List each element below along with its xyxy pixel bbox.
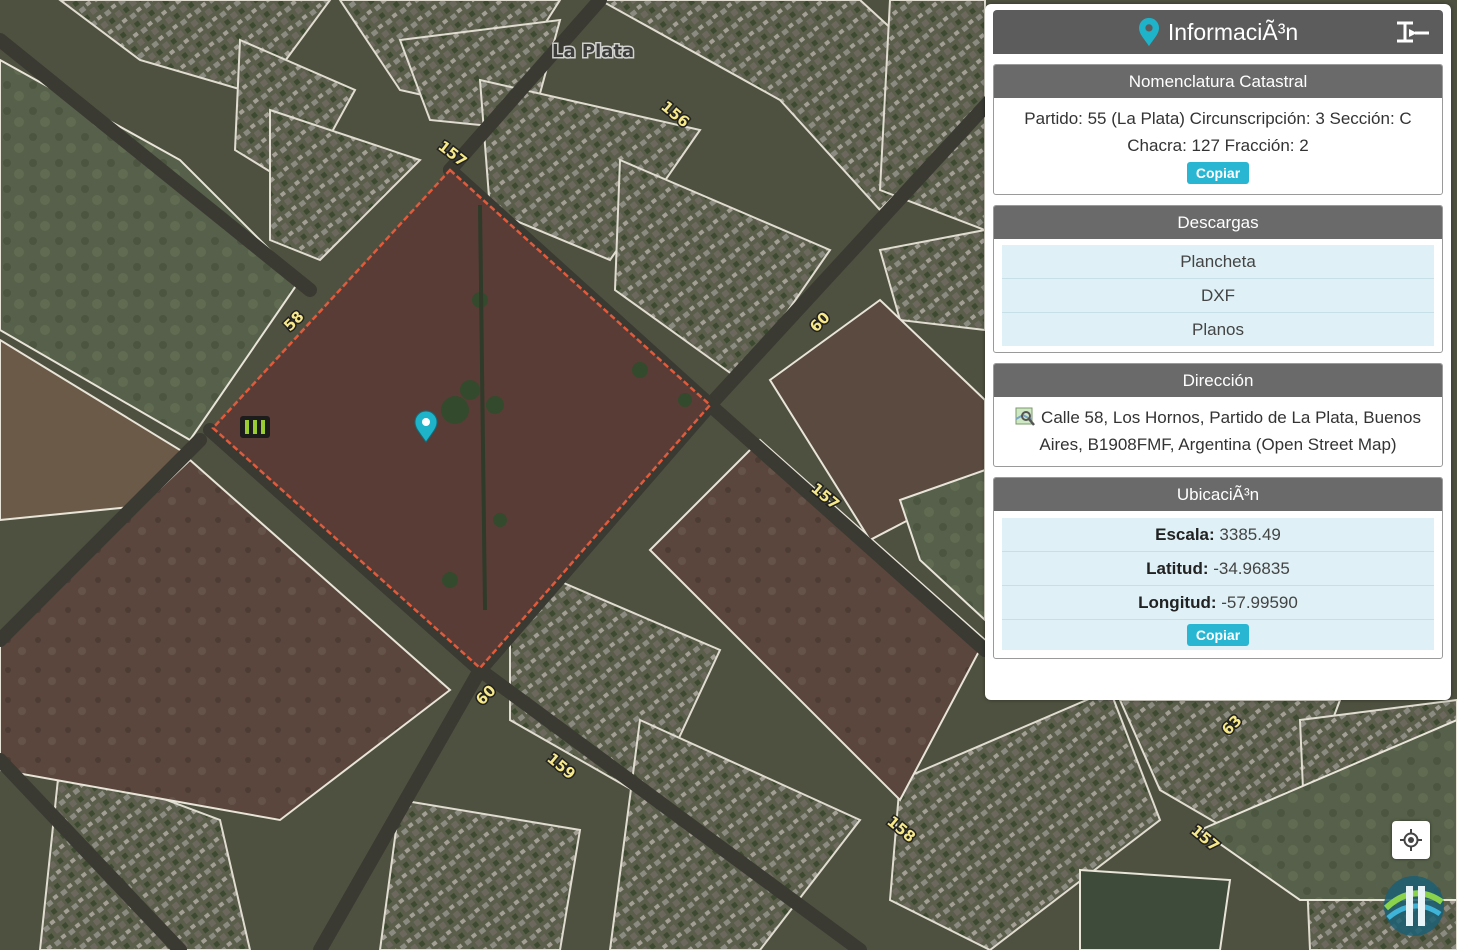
descargas-section: Descargas Plancheta DXF Planos — [993, 205, 1443, 353]
ubicacion-section: UbicaciÃ³n Escala: 3385.49 Latitud: -34.… — [993, 477, 1443, 659]
parking-icon — [240, 416, 270, 438]
map-pin-icon — [1138, 17, 1159, 47]
nomenclatura-section: Nomenclatura Catastral Partido: 55 (La P… — [993, 64, 1443, 195]
latitud-value: -34.96835 — [1213, 559, 1290, 578]
copy-nomenclatura-button[interactable]: Copiar — [1186, 162, 1250, 184]
locate-button[interactable] — [1392, 821, 1430, 859]
city-label: La Plata — [552, 41, 634, 62]
direccion-text: Calle 58, Los Hornos, Partido de La Plat… — [1039, 408, 1421, 454]
ubicacion-heading: UbicaciÃ³n — [994, 478, 1442, 511]
direccion-section: Dirección Calle 58, Los Hornos, Partido … — [993, 363, 1443, 467]
agency-logo-icon — [1383, 876, 1444, 936]
nomenclatura-text: Partido: 55 (La Plata) Circunscripción: … — [1024, 109, 1412, 155]
escala-value: 3385.49 — [1219, 525, 1281, 544]
info-panel: InformaciÃ³n Nomenclatura Catastral Part… — [985, 4, 1451, 700]
descargas-heading: Descargas — [994, 206, 1442, 239]
longitud-row: Longitud: -57.99590 — [1002, 586, 1434, 620]
download-plancheta-link[interactable]: Plancheta — [1002, 245, 1434, 279]
direccion-heading: Dirección — [994, 364, 1442, 397]
longitud-value: -57.99590 — [1221, 593, 1298, 612]
map-search-icon[interactable] — [1015, 407, 1036, 427]
download-dxf-link[interactable]: DXF — [1002, 279, 1434, 313]
copy-ubicacion-button[interactable]: Copiar — [1186, 624, 1250, 646]
locate-crosshair-icon — [1400, 829, 1422, 851]
escala-label: Escala: — [1155, 525, 1215, 544]
collapse-icon[interactable] — [1393, 19, 1431, 47]
copy-row: Copiar — [1002, 620, 1434, 650]
longitud-label: Longitud: — [1138, 593, 1217, 612]
panel-title: InformaciÃ³n — [1167, 18, 1299, 45]
download-planos-link[interactable]: Planos — [1002, 313, 1434, 346]
latitud-row: Latitud: -34.96835 — [1002, 552, 1434, 586]
panel-header: InformaciÃ³n — [993, 10, 1443, 54]
escala-row: Escala: 3385.49 — [1002, 518, 1434, 552]
latitud-label: Latitud: — [1146, 559, 1209, 578]
nomenclatura-heading: Nomenclatura Catastral — [994, 65, 1442, 98]
